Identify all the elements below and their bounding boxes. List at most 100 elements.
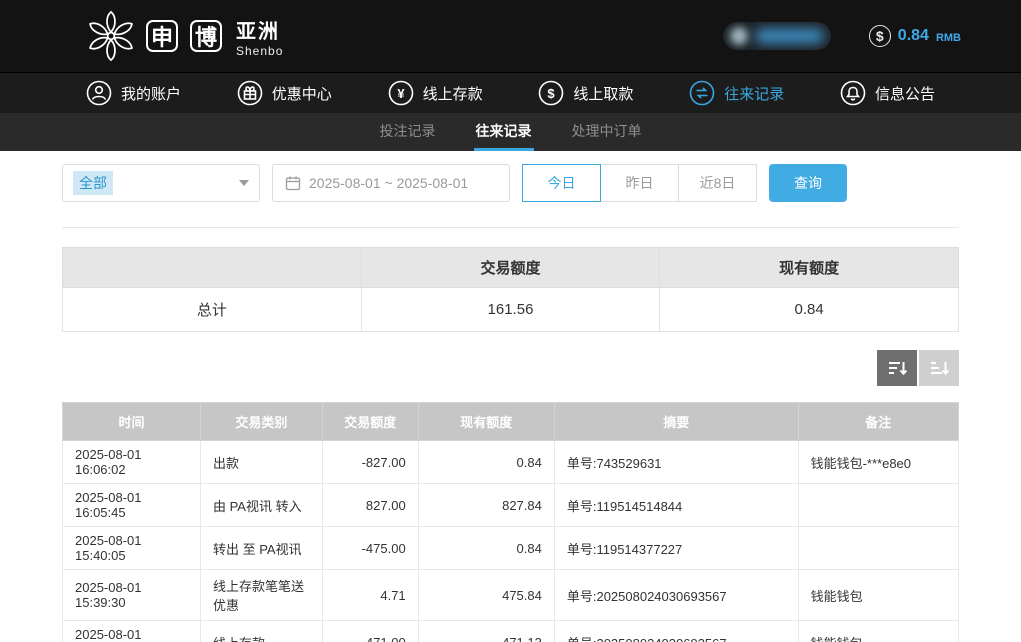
chevron-down-icon [239,180,249,186]
cell-amount: 827.00 [322,484,418,527]
nav-item-records[interactable]: 往来记录 [689,80,784,106]
cell-remark [798,527,958,570]
table-row: 2025-08-01 16:05:45 由 PA视讯 转入 827.00 827… [63,484,959,527]
main-content: 全部 2025-08-01 ~ 2025-08-01 今日 昨日 近8日 查询 … [0,151,1021,642]
cell-time: 2025-08-01 16:05:45 [63,484,201,527]
cell-summary: 单号:202508024030693567 [554,621,798,642]
summary-header-transaction: 交易额度 [361,248,660,288]
cell-balance: 475.84 [418,570,554,621]
cell-time: 2025-08-01 15:39:30 [63,621,201,642]
cell-balance: 827.84 [418,484,554,527]
cell-remark: 钱能钱包 [798,570,958,621]
date-range-value: 2025-08-01 ~ 2025-08-01 [309,175,468,191]
header-remark: 备注 [798,403,958,441]
balance-display: $ 0.84 RMB [869,25,961,47]
calendar-icon [285,175,301,191]
cell-summary: 单号:743529631 [554,441,798,484]
sort-ascending-icon [929,358,949,378]
nav-label: 往来记录 [724,83,784,104]
table-row: 2025-08-01 15:39:30 线上存款笔笔送优惠 4.71 475.8… [63,570,959,621]
quick-date-group: 今日 昨日 近8日 [522,164,757,202]
cell-type: 出款 [200,441,322,484]
table-row: 2025-08-01 15:40:05 转出 至 PA视讯 -475.00 0.… [63,527,959,570]
summary-total-label: 总计 [63,288,362,332]
tab-processing-orders[interactable]: 处理中订单 [570,113,644,151]
header-amount: 交易额度 [322,403,418,441]
today-button[interactable]: 今日 [522,164,601,202]
nav-label: 线上取款 [573,83,633,104]
yesterday-button[interactable]: 昨日 [600,164,679,202]
sort-ascending-button[interactable] [919,350,959,386]
balance-currency: RMB [936,32,961,44]
nav-item-withdraw[interactable]: $ 线上取款 [538,80,633,106]
header-type: 交易类别 [200,403,322,441]
nav-item-deposit[interactable]: ¥ 线上存款 [388,80,483,106]
cell-remark: 钱能钱包 [798,621,958,642]
cell-amount: -827.00 [322,441,418,484]
deposit-icon: ¥ [388,80,414,106]
sort-controls [62,350,959,386]
tab-transaction-records[interactable]: 往来记录 [474,113,534,151]
type-select[interactable]: 全部 [62,164,260,202]
top-bar: 申 博 亚洲 Shenbo $ 0.84 RMB [0,0,1021,72]
flower-icon [84,9,138,63]
records-icon [689,80,715,106]
cell-type: 线上存款 [200,621,322,642]
summary-header-balance: 现有额度 [660,248,959,288]
cell-summary: 单号:119514514844 [554,484,798,527]
nav-label: 线上存款 [423,83,483,104]
table-row: 2025-08-01 16:06:02 出款 -827.00 0.84 单号:7… [63,441,959,484]
cell-balance: 0.84 [418,527,554,570]
sort-descending-button[interactable] [877,350,917,386]
sub-nav: 投注记录 往来记录 处理中订单 [0,113,1021,151]
nav-item-promotions[interactable]: 优惠中心 [237,80,332,106]
nav-label: 我的账户 [121,83,181,104]
cell-remark [798,484,958,527]
cell-type: 线上存款笔笔送优惠 [200,570,322,621]
cell-balance: 471.13 [418,621,554,642]
balance-amount: 0.84 [898,27,929,45]
tab-betting-records[interactable]: 投注记录 [378,113,438,151]
withdraw-icon: $ [538,80,564,106]
cell-amount: 4.71 [322,570,418,621]
summary-header-empty [63,248,362,288]
brand-region: 亚洲 [236,15,283,44]
cell-summary: 单号:202508024030693567 [554,570,798,621]
svg-text:¥: ¥ [397,86,405,101]
avatar [730,27,748,45]
brand-logo[interactable]: 申 博 亚洲 Shenbo [84,9,283,63]
username-blur [755,29,824,43]
masked-username[interactable] [723,22,831,50]
summary-total-row: 总计 161.56 0.84 [63,288,959,332]
divider [62,227,959,228]
cell-time: 2025-08-01 16:06:02 [63,441,201,484]
records-header-row: 时间 交易类别 交易额度 现有额度 摘要 备注 [63,403,959,441]
cell-summary: 单号:119514377227 [554,527,798,570]
last-8-days-button[interactable]: 近8日 [678,164,757,202]
cell-time: 2025-08-01 15:40:05 [63,527,201,570]
table-row: 2025-08-01 15:39:30 线上存款 471.00 471.13 单… [63,621,959,642]
user-icon [86,80,112,106]
cell-type: 由 PA视讯 转入 [200,484,322,527]
sort-descending-icon [887,358,907,378]
cell-type: 转出 至 PA视讯 [200,527,322,570]
summary-header-row: 交易额度 现有额度 [63,248,959,288]
records-table: 时间 交易类别 交易额度 现有额度 摘要 备注 2025-08-01 16:06… [62,402,959,642]
date-range-input[interactable]: 2025-08-01 ~ 2025-08-01 [272,164,510,202]
cell-time: 2025-08-01 15:39:30 [63,570,201,621]
brand-subtitle: Shenbo [236,44,283,58]
header-summary: 摘要 [554,403,798,441]
cell-balance: 0.84 [418,441,554,484]
header-time: 时间 [63,403,201,441]
summary-transaction-total: 161.56 [361,288,660,332]
cell-remark: 钱能钱包-***e8e0 [798,441,958,484]
nav-item-my-account[interactable]: 我的账户 [86,80,181,106]
query-button[interactable]: 查询 [769,164,847,202]
nav-label: 信息公告 [875,83,935,104]
summary-balance-total: 0.84 [660,288,959,332]
filter-bar: 全部 2025-08-01 ~ 2025-08-01 今日 昨日 近8日 查询 [62,163,959,203]
type-select-value: 全部 [73,171,113,195]
svg-text:$: $ [548,86,556,101]
nav-item-announcements[interactable]: 信息公告 [840,80,935,106]
brand-char-2: 博 [190,20,222,52]
